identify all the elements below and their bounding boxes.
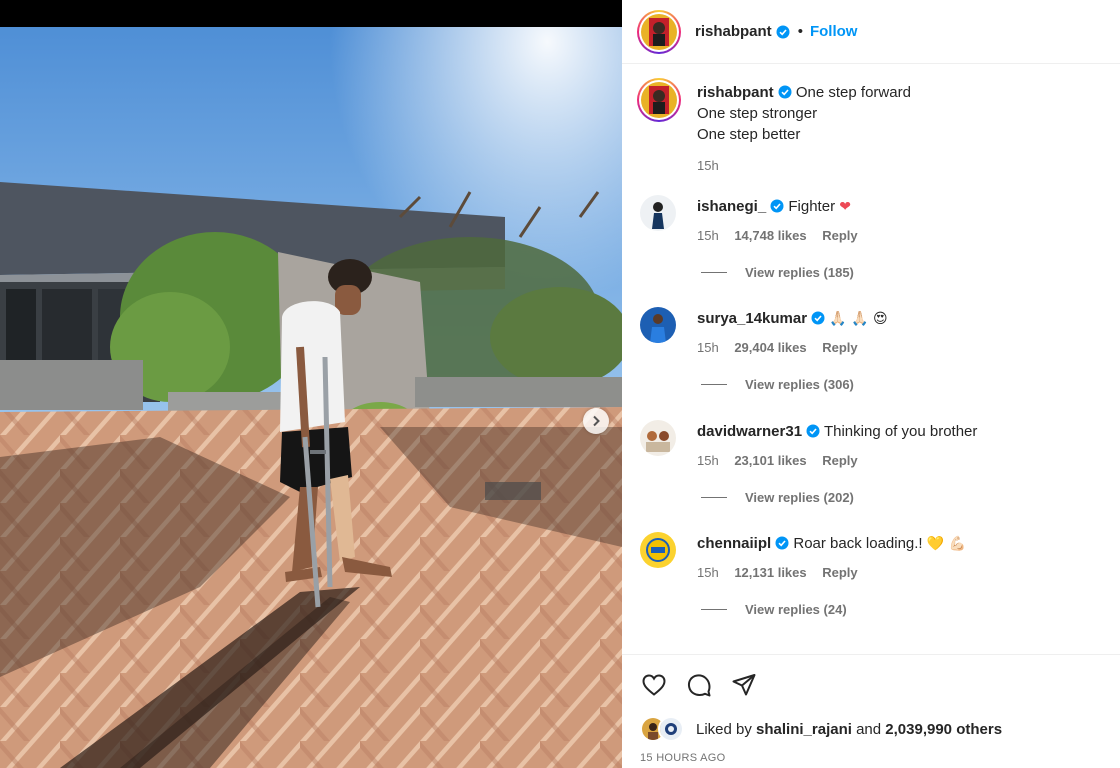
comment-text: Roar back loading.! xyxy=(793,535,923,552)
post-side-panel: rishabpant • Follow rishabpant One step … xyxy=(622,0,1120,768)
comment-text: Thinking of you brother xyxy=(823,423,978,440)
replies-divider xyxy=(701,384,727,385)
verified-badge-icon xyxy=(778,85,792,99)
verified-badge-icon xyxy=(775,536,789,550)
like-button[interactable] xyxy=(641,672,667,698)
view-replies-button[interactable]: View replies (202) xyxy=(701,490,854,505)
commenter-avatar[interactable] xyxy=(640,195,676,231)
comment-username[interactable]: surya_14kumar xyxy=(697,310,807,327)
view-replies-button[interactable]: View replies (185) xyxy=(701,265,854,280)
comment-icon xyxy=(687,674,711,697)
replies-divider xyxy=(701,609,727,610)
post-photo xyxy=(0,27,622,768)
post-header: rishabpant • Follow xyxy=(622,0,1120,64)
author-avatar[interactable] xyxy=(637,9,681,54)
comment-time: 15h xyxy=(697,453,719,468)
view-replies-button[interactable]: View replies (306) xyxy=(701,377,854,392)
caption-time: 15h xyxy=(697,158,719,173)
view-replies-label: View replies (306) xyxy=(745,377,854,392)
reply-button[interactable]: Reply xyxy=(822,565,857,580)
caption-line: One step stronger xyxy=(697,105,818,122)
comment-time: 15h xyxy=(697,565,719,580)
comment-likes[interactable]: 12,131 likes xyxy=(734,565,806,580)
replies-divider xyxy=(701,497,727,498)
post-media xyxy=(0,0,622,768)
comments-list[interactable]: rishabpant One step forward One step str… xyxy=(622,64,1120,650)
caption-avatar[interactable] xyxy=(637,78,681,122)
comment-likes[interactable]: 29,404 likes xyxy=(734,340,806,355)
comment-username[interactable]: chennaiipl xyxy=(697,535,771,552)
view-replies-label: View replies (202) xyxy=(745,490,854,505)
caption-line: One step forward xyxy=(795,84,911,101)
comment-time: 15h xyxy=(697,340,719,355)
comment-button[interactable] xyxy=(686,672,712,698)
liked-by-prefix: Liked by xyxy=(696,720,752,738)
heart-icon xyxy=(642,674,666,696)
author-username[interactable]: rishabpant xyxy=(695,23,772,40)
separator-dot: • xyxy=(797,23,803,40)
commenter-avatar[interactable] xyxy=(640,420,676,456)
caption-line: One step better xyxy=(697,126,801,143)
verified-badge-icon xyxy=(806,424,820,438)
liked-by-and: and xyxy=(856,720,882,738)
caption-username[interactable]: rishabpant xyxy=(697,84,774,101)
liked-by-summary: Liked by shalini_rajani and 2,039,990 ot… xyxy=(640,716,1002,742)
comment-likes[interactable]: 23,101 likes xyxy=(734,453,806,468)
comment-emoji: 💛 💪🏻 xyxy=(926,536,967,552)
verified-badge-icon xyxy=(811,311,825,325)
comment-username[interactable]: davidwarner31 xyxy=(697,423,802,440)
chevron-right-icon xyxy=(593,415,600,427)
avatar-image xyxy=(641,82,677,118)
view-replies-label: View replies (185) xyxy=(745,265,854,280)
commenter-avatar[interactable] xyxy=(640,532,676,568)
view-replies-button[interactable]: View replies (24) xyxy=(701,602,847,617)
comment-likes[interactable]: 14,748 likes xyxy=(734,228,806,243)
red-heart-icon: ❤ xyxy=(839,199,851,215)
verified-badge-icon xyxy=(776,25,790,38)
post-actions: Liked by shalini_rajani and 2,039,990 ot… xyxy=(622,654,1120,768)
commenter-avatar[interactable] xyxy=(640,307,676,343)
liker-avatars xyxy=(640,716,686,742)
next-media-button[interactable] xyxy=(583,408,609,434)
comment-text: Fighter xyxy=(788,198,836,215)
verified-badge-icon xyxy=(770,199,784,213)
reply-button[interactable]: Reply xyxy=(822,228,857,243)
liked-by-user[interactable]: shalini_rajani xyxy=(756,721,852,738)
comment-username[interactable]: ishanegi_ xyxy=(697,198,766,215)
comment-emoji: 🙏🏻 🙏🏻 😍 xyxy=(829,311,888,327)
post-caption: rishabpant One step forward One step str… xyxy=(637,78,911,176)
comment-time: 15h xyxy=(697,228,719,243)
replies-divider xyxy=(701,272,727,273)
reply-button[interactable]: Reply xyxy=(822,340,857,355)
liker-avatar[interactable] xyxy=(658,716,684,742)
likes-count[interactable]: 2,039,990 others xyxy=(885,721,1002,738)
view-replies-label: View replies (24) xyxy=(745,602,847,617)
avatar-image xyxy=(641,13,677,50)
follow-button[interactable]: Follow xyxy=(810,23,858,40)
share-icon xyxy=(732,674,756,696)
post-timestamp[interactable]: 15 HOURS AGO xyxy=(640,752,726,764)
reply-button[interactable]: Reply xyxy=(822,453,857,468)
share-button[interactable] xyxy=(731,672,757,698)
